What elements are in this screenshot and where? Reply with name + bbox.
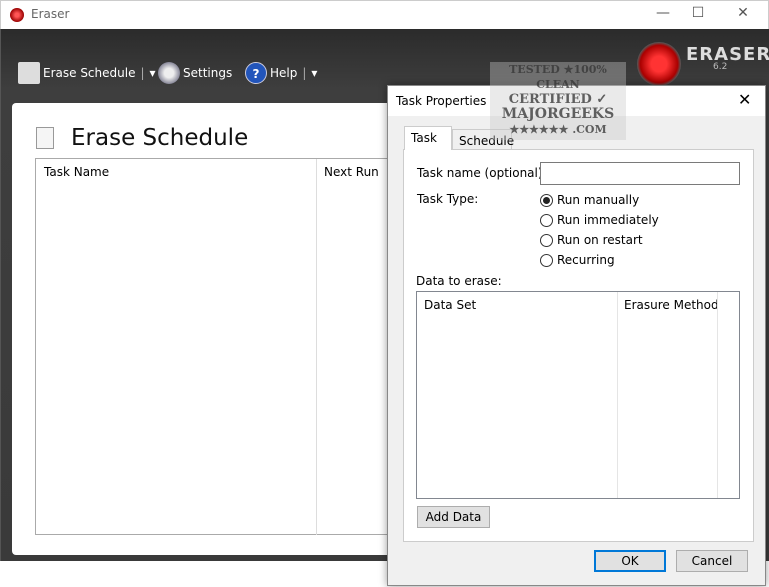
task-name-input[interactable] <box>540 162 740 185</box>
ok-button[interactable]: OK <box>594 550 666 572</box>
task-properties-dialog: Task Properties ✕ Task Schedule Task nam… <box>387 85 766 586</box>
radio-run-on-restart[interactable]: Run on restart <box>540 233 643 247</box>
column-header-next-run[interactable]: Next Run <box>324 165 379 179</box>
erase-schedule-dropdown-icon[interactable]: ▾ <box>150 66 156 80</box>
radio-unchecked-icon <box>540 233 553 247</box>
gear-icon <box>158 62 180 84</box>
radio-label: Recurring <box>557 253 615 267</box>
column-header-erasure-method[interactable]: Erasure Method <box>624 298 719 312</box>
watermark-line: MAJORGEEKS <box>501 106 615 122</box>
maximize-button[interactable]: ☐ <box>687 5 709 25</box>
radio-label: Run immediately <box>557 213 659 227</box>
radio-label: Run manually <box>557 193 640 207</box>
close-button[interactable]: ✕ <box>732 5 754 25</box>
column-divider <box>316 159 317 535</box>
dialog-close-button[interactable]: ✕ <box>738 90 751 109</box>
watermark-line: CERTIFIED ✓ <box>508 92 608 107</box>
help-icon: ? <box>245 62 267 84</box>
eraser-logo-icon <box>637 42 681 86</box>
help-button[interactable]: ? Help | ▾ <box>245 60 317 86</box>
watermark-line: ★★★★★★ .COM <box>509 123 607 136</box>
column-divider <box>617 292 618 498</box>
schedule-doc-icon <box>36 127 54 149</box>
data-to-erase-label: Data to erase: <box>416 274 502 288</box>
radio-run-immediately[interactable]: Run immediately <box>540 213 659 227</box>
radio-unchecked-icon <box>540 213 553 227</box>
add-data-button[interactable]: Add Data <box>417 506 490 528</box>
settings-label: Settings <box>183 66 233 80</box>
column-divider <box>717 292 718 498</box>
radio-label: Run on restart <box>557 233 643 247</box>
schedule-doc-icon <box>18 62 40 84</box>
radio-recurring[interactable]: Recurring <box>540 253 615 267</box>
task-tab-panel: Task name (optional): Task Type: Run man… <box>403 149 754 542</box>
tab-task[interactable]: Task <box>404 126 452 150</box>
title-bar: Eraser — ☐ ✕ <box>0 0 769 29</box>
eraser-app-icon <box>10 8 24 22</box>
radio-unchecked-icon <box>540 253 553 267</box>
dialog-title: Task Properties <box>396 94 487 108</box>
erase-schedule-button[interactable]: Erase Schedule | ▾ <box>18 60 156 86</box>
schedule-table[interactable]: Task Name Next Run <box>35 158 395 535</box>
task-name-label: Task name (optional): <box>417 166 547 180</box>
cancel-button[interactable]: Cancel <box>676 550 748 572</box>
majorgeeks-watermark: TESTED ★100% CLEAN CERTIFIED ✓ MAJORGEEK… <box>490 62 626 140</box>
minimize-button[interactable]: — <box>652 5 674 25</box>
window-title: Eraser <box>31 7 70 21</box>
logo-text: ERASER <box>686 44 769 65</box>
watermark-line: TESTED ★100% CLEAN <box>509 63 607 91</box>
help-dropdown-icon[interactable]: ▾ <box>311 66 317 80</box>
column-header-task-name[interactable]: Task Name <box>44 165 109 179</box>
settings-button[interactable]: Settings <box>158 60 232 86</box>
column-header-data-set[interactable]: Data Set <box>424 298 476 312</box>
page-title: Erase Schedule <box>71 125 249 151</box>
radio-run-manually[interactable]: Run manually <box>540 193 639 207</box>
radio-checked-icon <box>540 193 553 207</box>
data-to-erase-list[interactable]: Data Set Erasure Method <box>416 291 740 499</box>
logo-version: 6.2 <box>713 62 728 72</box>
erase-schedule-label: Erase Schedule <box>43 66 136 80</box>
help-label: Help <box>270 66 298 80</box>
task-type-label: Task Type: <box>417 192 479 206</box>
